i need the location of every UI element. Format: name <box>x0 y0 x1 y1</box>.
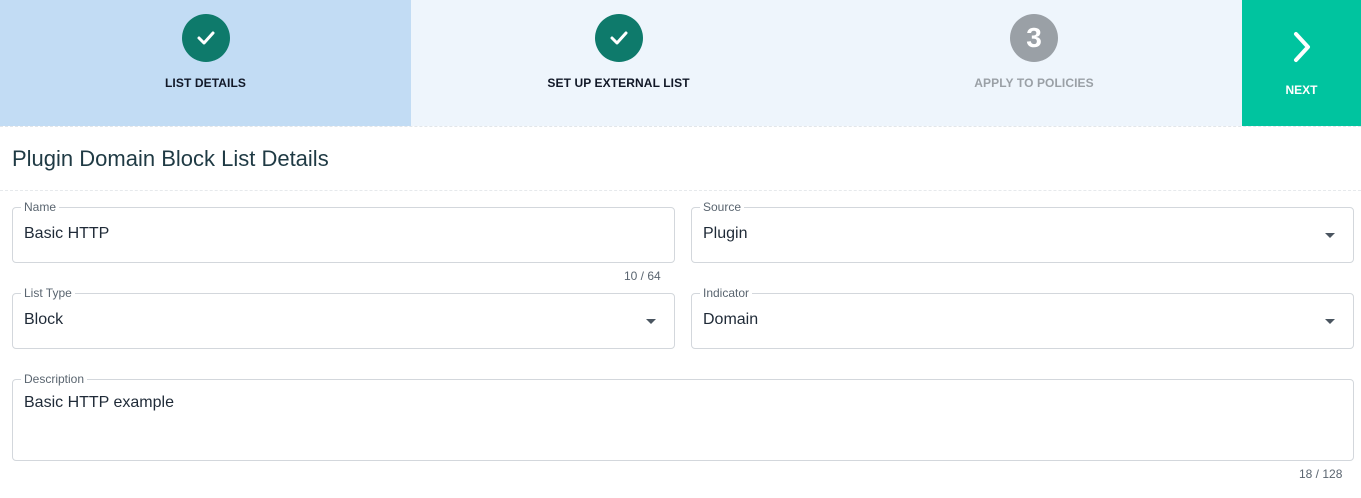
source-value: Plugin <box>703 225 748 242</box>
list-type-value: Block <box>24 311 64 328</box>
step-apply-to-policies[interactable]: 3 APPLY TO POLICIES <box>826 0 1242 126</box>
description-char-counter: 18 / 128 <box>1299 467 1343 481</box>
indicator-select[interactable]: Indicator Domain <box>691 286 1354 349</box>
indicator-value: Domain <box>703 311 759 328</box>
check-icon <box>181 14 230 62</box>
next-button-label: NEXT <box>1285 83 1318 97</box>
step-set-up-external-list[interactable]: SET UP EXTERNAL LIST <box>411 0 826 126</box>
source-select[interactable]: Source Plugin <box>691 200 1354 263</box>
list-type-label: List Type <box>21 286 75 300</box>
step-label: APPLY TO POLICIES <box>974 76 1094 90</box>
page-title: Plugin Domain Block List Details <box>12 146 329 171</box>
name-char-counter: 10 / 64 <box>624 269 661 283</box>
name-value[interactable]: Basic HTTP <box>24 225 109 243</box>
dropdown-arrow-icon[interactable] <box>646 319 656 324</box>
step-number: 3 <box>1010 14 1058 62</box>
stepper: LIST DETAILS SET UP EXTERNAL LIST 3 APPL… <box>0 0 1361 126</box>
step-label: SET UP EXTERNAL LIST <box>547 76 690 90</box>
source-label: Source <box>700 200 745 214</box>
list-type-select[interactable]: List Type Block <box>12 286 675 349</box>
description-textarea[interactable]: Description Basic HTTP example <box>12 372 1354 461</box>
step-list-details[interactable]: LIST DETAILS <box>0 0 411 126</box>
divider <box>0 126 1361 127</box>
divider <box>0 190 1361 191</box>
dropdown-arrow-icon[interactable] <box>1325 233 1335 238</box>
step-label: LIST DETAILS <box>165 76 246 90</box>
description-label: Description <box>21 372 88 386</box>
chevron-right-icon <box>1291 30 1313 69</box>
check-icon <box>594 14 643 62</box>
dropdown-arrow-icon[interactable] <box>1325 319 1335 324</box>
indicator-label: Indicator <box>700 286 753 300</box>
name-label: Name <box>21 200 60 214</box>
description-value[interactable]: Basic HTTP example <box>24 394 174 412</box>
next-button[interactable]: NEXT <box>1242 0 1361 126</box>
name-input[interactable]: Name Basic HTTP <box>12 200 675 263</box>
